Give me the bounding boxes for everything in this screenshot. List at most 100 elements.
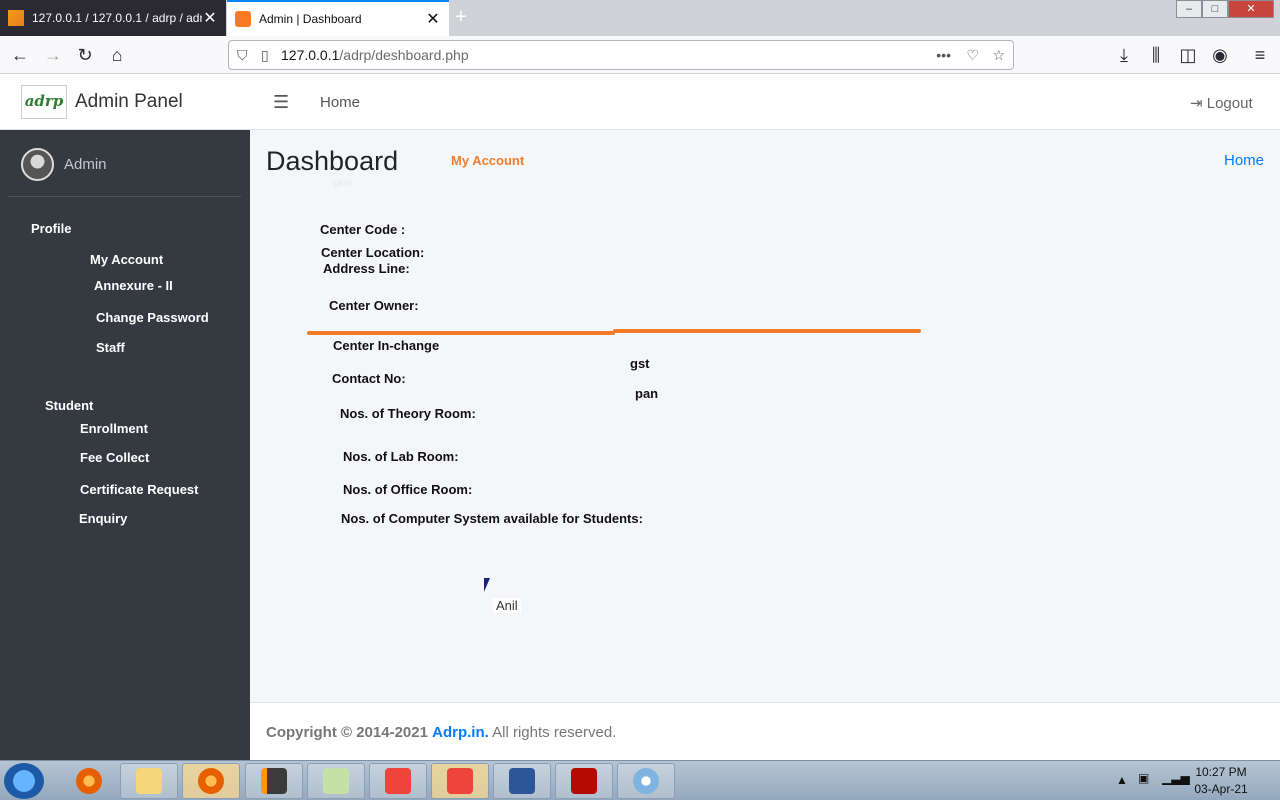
- rights-text: All rights reserved.: [492, 724, 617, 741]
- logout-label: Logout: [1206, 95, 1253, 112]
- bookmark-star-icon[interactable]: ☆: [992, 47, 1005, 64]
- tab-title: Admin | Dashboard: [259, 12, 362, 26]
- tooltip: Anil: [493, 598, 521, 613]
- center-incharge-label: Center In-change: [333, 338, 440, 353]
- taskbar-word[interactable]: [493, 763, 551, 799]
- clock-time: 10:27 PM: [1195, 765, 1247, 779]
- copyright-text: Copyright © 2014-2021: [266, 724, 428, 741]
- taskbar-sublime[interactable]: [245, 763, 303, 799]
- logout-icon: ⇥: [1190, 95, 1203, 112]
- browser-tab-phpmyadmin[interactable]: 127.0.0.1 / 127.0.0.1 / adrp / adr ✕: [0, 0, 226, 36]
- taskbar-firefox-active[interactable]: [182, 763, 240, 799]
- taskbar-acrobat[interactable]: [555, 763, 613, 799]
- faint-text: gkal: [333, 178, 352, 189]
- word-icon: [509, 768, 535, 794]
- browser-tab-bar: 127.0.0.1 / 127.0.0.1 / adrp / adr ✕ Adm…: [0, 0, 1280, 36]
- taskbar-explorer[interactable]: [120, 763, 178, 799]
- sidebar-item-enquiry[interactable]: Enquiry: [79, 511, 127, 526]
- more-actions-icon[interactable]: •••: [936, 47, 951, 63]
- taskbar-paint[interactable]: [617, 763, 675, 799]
- adrp-logo: adrp: [21, 84, 67, 119]
- user-panel[interactable]: Admin: [21, 148, 107, 181]
- pan-label: pan: [635, 386, 659, 401]
- my-account-link[interactable]: My Account: [451, 153, 524, 168]
- back-icon[interactable]: ←: [7, 42, 33, 68]
- divider: [8, 196, 241, 197]
- url-bar[interactable]: ⛉ ▯ 127.0.0.1/adrp/deshboard.php ••• ♡ ☆: [228, 40, 1014, 70]
- hamburger-icon[interactable]: ☰: [273, 92, 289, 113]
- firefox-icon: [198, 768, 224, 794]
- acrobat-icon: [571, 768, 597, 794]
- top-navbar: ☰ Home ⇥ Logout: [250, 74, 1280, 130]
- minimize-button[interactable]: –: [1176, 0, 1202, 18]
- contact-no-label: Contact No:: [332, 371, 406, 386]
- url-path: /adrp/deshboard.php: [339, 47, 469, 63]
- sidebar-item-fee-collect[interactable]: Fee Collect: [80, 450, 149, 465]
- taskbar-anydesk-active[interactable]: [431, 763, 489, 799]
- theory-room-label: Nos. of Theory Room:: [340, 406, 476, 421]
- orange-divider-left: [307, 331, 615, 335]
- clock[interactable]: 10:27 PM 03-Apr-21: [1192, 765, 1250, 796]
- logout-link[interactable]: ⇥ Logout: [1190, 94, 1253, 112]
- browser-nav-bar: ← → ↻ ⌂ ⛉ ▯ 127.0.0.1/adrp/deshboard.php…: [0, 36, 1280, 74]
- anydesk-icon: [385, 768, 411, 794]
- mouse-cursor-icon: [484, 578, 496, 592]
- reload-icon[interactable]: ↻: [72, 42, 98, 68]
- close-tab-icon[interactable]: ✕: [425, 9, 441, 29]
- taskbar-anydesk[interactable]: [369, 763, 427, 799]
- phpmyadmin-icon: [8, 10, 24, 26]
- anydesk-icon: [447, 768, 473, 794]
- taskbar: ▲ ▣ ▁▃▅ 10:27 PM 03-Apr-21: [0, 760, 1280, 800]
- taskbar-firefox-pinned[interactable]: [60, 763, 118, 799]
- brand-text: Admin Panel: [75, 90, 183, 112]
- page-icon: ▯: [261, 46, 269, 63]
- folder-icon: [136, 768, 162, 794]
- firefox-icon: [76, 768, 102, 794]
- start-button-icon[interactable]: [4, 763, 44, 799]
- user-name: Admin: [64, 156, 107, 173]
- computer-system-label: Nos. of Computer System available for St…: [341, 511, 643, 526]
- new-tab-button[interactable]: +: [455, 6, 467, 29]
- footer-brand-link[interactable]: Adrp.in.: [432, 724, 489, 741]
- url-host: 127.0.0.1: [281, 47, 340, 63]
- sidebar-toggle-icon[interactable]: ◫: [1175, 42, 1201, 68]
- orange-divider-right: [613, 329, 921, 333]
- breadcrumb-home[interactable]: Home: [1224, 152, 1264, 169]
- brand-header[interactable]: adrp Admin Panel: [0, 74, 250, 130]
- network-icon[interactable]: ▣: [1138, 771, 1149, 785]
- library-icon[interactable]: ⫼: [1143, 42, 1169, 68]
- taskbar-notepadpp[interactable]: [307, 763, 365, 799]
- home-icon[interactable]: ⌂: [104, 42, 130, 68]
- pocket-icon[interactable]: ♡: [966, 47, 979, 64]
- downloads-icon[interactable]: ⤓: [1111, 42, 1137, 68]
- notepad-plus-plus-icon: [323, 768, 349, 794]
- address-line-label: Address Line:: [323, 261, 410, 276]
- footer: Copyright © 2014-2021 Adrp.in. All right…: [250, 702, 1280, 760]
- center-owner-label: Center Owner:: [329, 298, 419, 313]
- gst-label: gst: [630, 356, 650, 371]
- center-code-label: Center Code :: [320, 222, 406, 237]
- sidebar-item-student[interactable]: Student: [45, 398, 93, 413]
- sublime-text-icon: [261, 768, 287, 794]
- sidebar-item-my-account[interactable]: My Account: [90, 252, 163, 267]
- maximize-button[interactable]: □: [1202, 0, 1228, 18]
- nav-home-link[interactable]: Home: [320, 94, 360, 111]
- sidebar-item-certificate-request[interactable]: Certificate Request: [80, 482, 198, 497]
- signal-icon[interactable]: ▁▃▅: [1162, 771, 1190, 785]
- shield-icon: ⛉: [237, 46, 248, 63]
- lab-room-label: Nos. of Lab Room:: [343, 449, 459, 464]
- sidebar-item-staff[interactable]: Staff: [96, 340, 125, 355]
- office-room-label: Nos. of Office Room:: [343, 482, 473, 497]
- account-icon[interactable]: ◉: [1207, 42, 1233, 68]
- tray-expand-icon[interactable]: ▲: [1116, 773, 1128, 787]
- sidebar-item-enrollment[interactable]: Enrollment: [80, 421, 148, 436]
- close-tab-icon[interactable]: ✕: [202, 8, 218, 28]
- forward-icon[interactable]: →: [40, 42, 66, 68]
- window-close-button[interactable]: ✕: [1228, 0, 1274, 18]
- sidebar-item-annexure[interactable]: Annexure - II: [94, 278, 173, 293]
- sidebar-item-profile[interactable]: Profile: [31, 221, 71, 236]
- sidebar-item-change-password[interactable]: Change Password: [96, 310, 209, 325]
- menu-icon[interactable]: ≡: [1247, 42, 1273, 68]
- browser-tab-dashboard[interactable]: Admin | Dashboard ✕: [227, 0, 449, 36]
- main-content: Dashboard My Account Home gkal Center Co…: [250, 130, 1280, 702]
